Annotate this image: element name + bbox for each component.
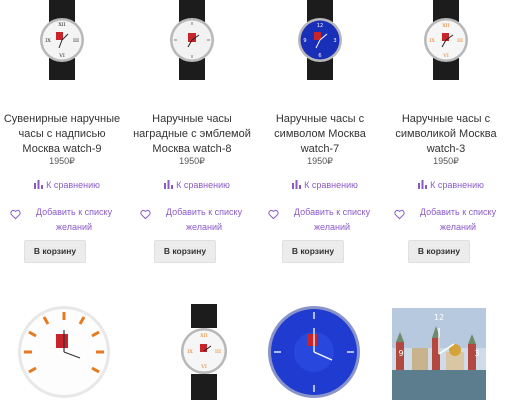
add-to-cart-button[interactable]: В корзину xyxy=(282,240,344,263)
svg-text:IX: IX xyxy=(429,38,435,44)
compare-link[interactable]: К сравнению xyxy=(140,180,254,190)
product-title[interactable]: Наручные часы наградные с эмблемой Москв… xyxy=(130,112,254,157)
add-to-cart-button[interactable]: В корзину xyxy=(154,240,216,263)
svg-text:III: III xyxy=(73,38,79,44)
svg-text:VI: VI xyxy=(442,53,449,59)
svg-text:12: 12 xyxy=(434,313,444,322)
heart-icon xyxy=(268,209,279,220)
compare-link[interactable]: К сравнению xyxy=(10,180,124,190)
svg-text:3: 3 xyxy=(333,38,336,44)
heart-icon xyxy=(10,209,21,220)
compare-icon xyxy=(418,180,428,189)
svg-text:VI: VI xyxy=(200,364,207,370)
product-price: 1950₽ xyxy=(49,156,75,166)
product-image-wall-clock-kremlin[interactable]: 12 3 9 xyxy=(392,308,486,400)
product-image[interactable]: XII III VI IX xyxy=(396,0,496,80)
heart-icon xyxy=(140,209,151,220)
product-image-wall-clock-white[interactable] xyxy=(14,302,114,400)
product-title[interactable]: Наручные часы с символом Москва watch-7 xyxy=(258,112,382,157)
product-image[interactable]: XII III VI IX xyxy=(12,0,112,80)
svg-text:XII: XII xyxy=(442,23,450,29)
svg-text:IX: IX xyxy=(187,349,193,355)
product-title[interactable]: Сувенирные наручные часы с надписью Моск… xyxy=(0,112,124,157)
compare-icon xyxy=(164,180,174,189)
svg-text:3: 3 xyxy=(474,349,479,358)
svg-text:III: III xyxy=(215,349,221,355)
product-image-wrist-watch[interactable]: XII III VI IX xyxy=(154,304,254,400)
product-title[interactable]: Наручные часы с символикой Москва watch-… xyxy=(384,112,508,157)
compare-link[interactable]: К сравнению xyxy=(394,180,508,190)
svg-text:12: 12 xyxy=(317,23,323,29)
add-to-cart-button[interactable]: В корзину xyxy=(24,240,86,263)
product-price: 1950₽ xyxy=(179,156,205,166)
svg-text:XII: XII xyxy=(58,22,66,28)
svg-text:IX: IX xyxy=(45,38,51,44)
product-price: 1950₽ xyxy=(433,156,459,166)
svg-text:9: 9 xyxy=(398,349,403,358)
svg-text:9: 9 xyxy=(303,38,306,44)
add-to-cart-button[interactable]: В корзину xyxy=(408,240,470,263)
product-price: 1950₽ xyxy=(307,156,333,166)
product-image[interactable] xyxy=(142,0,242,80)
product-image[interactable]: 12 3 6 9 xyxy=(270,0,370,80)
compare-icon xyxy=(292,180,302,189)
svg-text:III: III xyxy=(457,38,463,44)
svg-text:VI: VI xyxy=(58,53,65,59)
compare-link[interactable]: К сравнению xyxy=(268,180,382,190)
compare-icon xyxy=(34,180,44,189)
product-image-wall-clock-blue[interactable] xyxy=(266,304,362,400)
svg-text:XII: XII xyxy=(200,333,208,339)
heart-icon xyxy=(394,209,405,220)
svg-text:6: 6 xyxy=(318,53,321,59)
